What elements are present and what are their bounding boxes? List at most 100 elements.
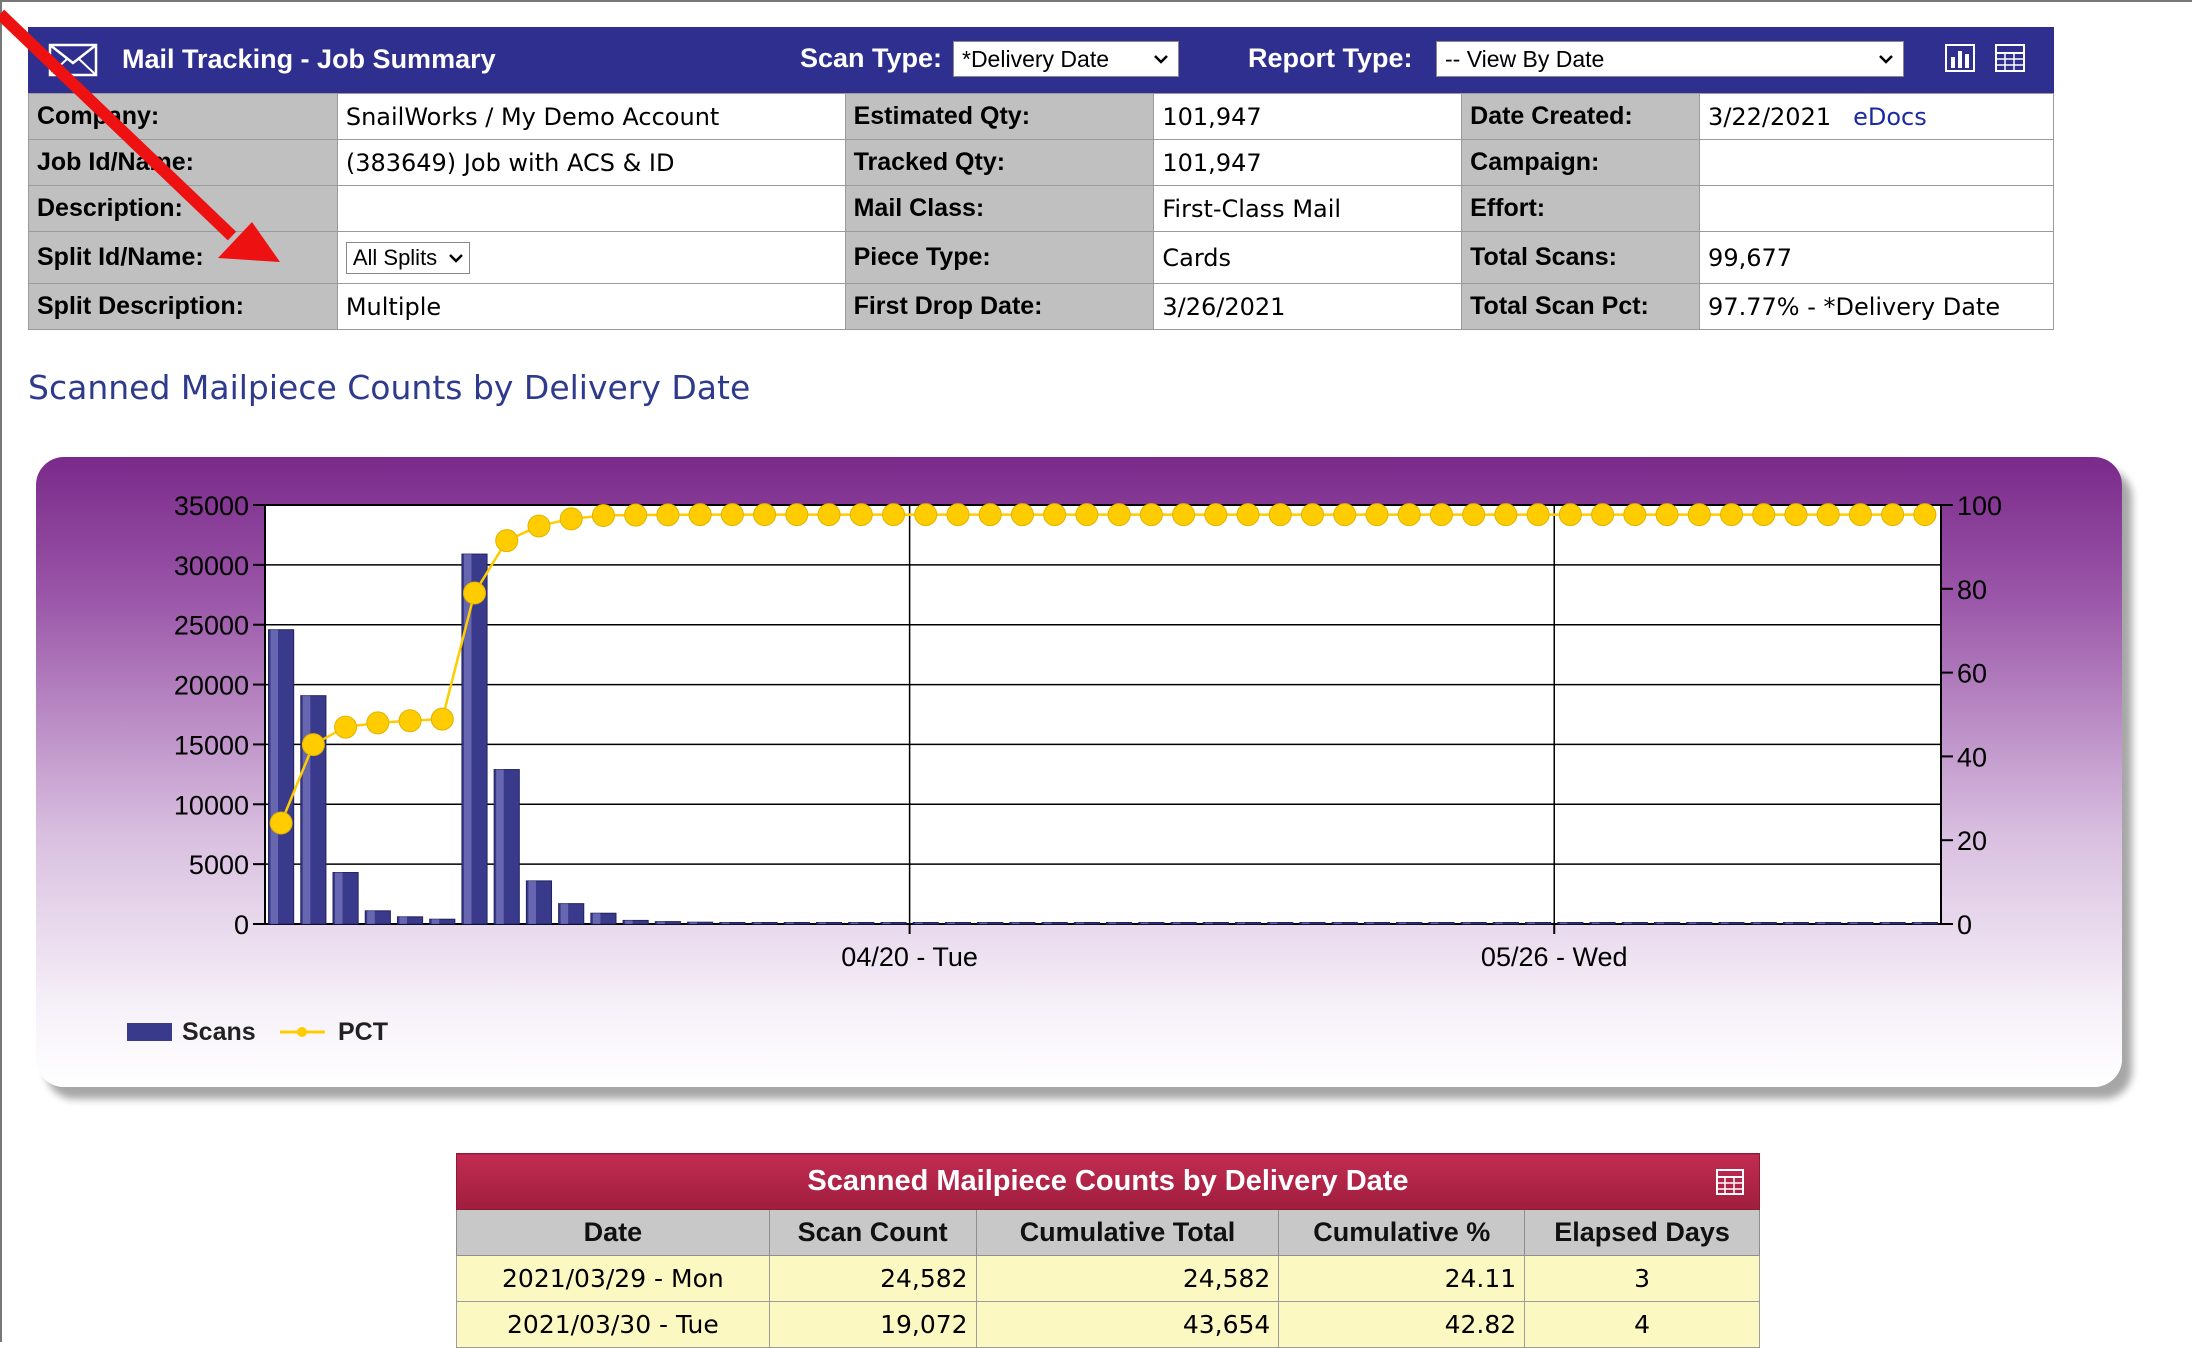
table-row: 2021/03/30 - Tue 19,072 43,654 42.82 4 bbox=[456, 1301, 1760, 1348]
scans-bar-highlight bbox=[915, 922, 923, 924]
y-right-tick-label: 40 bbox=[1957, 742, 1987, 772]
piece-type-label: Piece Type: bbox=[844, 231, 1155, 284]
scans-bar-highlight bbox=[947, 922, 955, 924]
scans-bar-highlight bbox=[1398, 922, 1407, 924]
effort-label: Effort: bbox=[1461, 185, 1701, 232]
column-header-cumulative-total[interactable]: Cumulative Total bbox=[975, 1209, 1280, 1256]
scans-bar-highlight bbox=[1076, 922, 1084, 924]
pct-point bbox=[1139, 503, 1163, 527]
pct-point bbox=[1268, 503, 1292, 527]
scans-bar-highlight bbox=[1140, 922, 1149, 924]
scans-bar-highlight bbox=[1624, 922, 1632, 924]
scans-bar-highlight bbox=[1817, 922, 1826, 924]
scans-bar-highlight bbox=[1205, 922, 1213, 924]
split-select[interactable]: All Splits bbox=[345, 241, 471, 274]
scans-bar-highlight bbox=[1527, 922, 1536, 924]
y-left-tick-label: 15000 bbox=[174, 730, 249, 760]
pct-point bbox=[1043, 503, 1067, 527]
y-left-tick-label: 30000 bbox=[174, 551, 249, 581]
cell-cumulative-pct: 42.82 bbox=[1278, 1301, 1526, 1348]
scans-bar-highlight bbox=[1463, 922, 1471, 924]
column-header-date[interactable]: Date bbox=[456, 1209, 770, 1256]
y-right-tick-label: 60 bbox=[1957, 659, 1987, 689]
scans-bar-highlight bbox=[882, 922, 891, 924]
scans-bar-highlight bbox=[1430, 922, 1439, 924]
scans-bar-highlight bbox=[689, 922, 698, 924]
pct-point bbox=[1397, 503, 1421, 527]
edocs-link[interactable]: eDocs bbox=[1853, 103, 1927, 131]
table-caption-row: Scanned Mailpiece Counts by Delivery Dat… bbox=[456, 1153, 1760, 1210]
cell-scan-count: 19,072 bbox=[768, 1301, 977, 1348]
cell-cumulative-total: 43,654 bbox=[975, 1301, 1280, 1348]
pct-point bbox=[1591, 503, 1615, 527]
scans-bar-highlight bbox=[1044, 922, 1052, 924]
pct-point bbox=[1429, 503, 1453, 527]
column-header-scan-count[interactable]: Scan Count bbox=[768, 1209, 977, 1256]
scans-bar-highlight bbox=[1688, 922, 1697, 924]
total-scan-pct-value: 97.77% - *Delivery Date bbox=[1699, 283, 2054, 330]
info-row: Split Description: Multiple First Drop D… bbox=[28, 283, 2054, 330]
y-right-tick-label: 20 bbox=[1957, 826, 1987, 856]
scans-bar-highlight bbox=[399, 916, 408, 924]
scans-bar-highlight bbox=[302, 695, 311, 924]
date-created-label: Date Created: bbox=[1461, 93, 1701, 140]
legend-scans-swatch bbox=[127, 1023, 172, 1041]
pct-point bbox=[1655, 503, 1679, 527]
pct-point bbox=[753, 503, 777, 527]
scans-bar-highlight bbox=[335, 872, 343, 924]
pct-point bbox=[656, 503, 680, 527]
total-scan-pct-label: Total Scan Pct: bbox=[1461, 283, 1701, 330]
info-row: Company: SnailWorks / My Demo Account Es… bbox=[28, 93, 2054, 140]
pct-point bbox=[1172, 503, 1196, 527]
pct-point bbox=[269, 811, 293, 835]
pct-point bbox=[688, 503, 712, 527]
pct-point bbox=[785, 503, 809, 527]
scans-bar-highlight bbox=[1173, 922, 1181, 924]
scan-type-select[interactable]: *Delivery Date bbox=[953, 41, 1179, 77]
tracked-qty-value: 101,947 bbox=[1153, 139, 1463, 186]
grid-view-icon[interactable] bbox=[1994, 43, 2026, 73]
scans-bar-highlight bbox=[657, 921, 665, 924]
scans-bar-highlight bbox=[496, 769, 504, 924]
scans-bar-highlight bbox=[850, 922, 859, 924]
scans-bar-highlight bbox=[1495, 922, 1503, 924]
split-description-label: Split Description: bbox=[28, 283, 338, 330]
pct-point bbox=[1494, 503, 1518, 527]
pct-point bbox=[1752, 503, 1776, 527]
cell-elapsed-days: 3 bbox=[1524, 1255, 1760, 1302]
company-value: SnailWorks / My Demo Account bbox=[336, 93, 846, 140]
y-right-tick-label: 80 bbox=[1957, 575, 1987, 605]
cell-date: 2021/03/30 - Tue bbox=[456, 1301, 770, 1348]
pct-point bbox=[1107, 503, 1131, 527]
chart-view-icon[interactable] bbox=[1944, 43, 1976, 73]
table-header-row: Date Scan Count Cumulative Total Cumulat… bbox=[456, 1209, 1760, 1256]
job-info-table: Company: SnailWorks / My Demo Account Es… bbox=[28, 93, 2054, 330]
report-type-select[interactable]: -- View By Date bbox=[1436, 41, 1904, 77]
grid-icon[interactable] bbox=[1715, 1168, 1745, 1196]
table-row: 2021/03/29 - Mon 24,582 24,582 24.11 3 bbox=[456, 1255, 1760, 1302]
date-created-value: 3/22/2021 bbox=[1708, 102, 1832, 131]
scans-bar-highlight bbox=[1301, 922, 1310, 924]
campaign-value bbox=[1699, 139, 2054, 186]
info-row: Description: Mail Class: First-Class Mai… bbox=[28, 185, 2054, 232]
scans-bar-highlight bbox=[560, 903, 569, 924]
legend-scans-label: Scans bbox=[182, 1018, 256, 1046]
scans-bar-highlight bbox=[818, 922, 827, 924]
tracked-qty-label: Tracked Qty: bbox=[844, 139, 1155, 186]
y-left-tick-label: 35000 bbox=[174, 491, 249, 521]
pct-point bbox=[398, 709, 422, 733]
column-header-elapsed-days[interactable]: Elapsed Days bbox=[1524, 1209, 1760, 1256]
total-scans-value: 99,677 bbox=[1699, 231, 2054, 284]
pct-point bbox=[527, 514, 551, 538]
cell-scan-count: 24,582 bbox=[768, 1255, 977, 1302]
pct-point bbox=[1558, 503, 1582, 527]
pct-point bbox=[1720, 503, 1743, 527]
legend-pct-marker bbox=[297, 1027, 307, 1037]
campaign-label: Campaign: bbox=[1461, 139, 1701, 186]
table-caption-text: Scanned Mailpiece Counts by Delivery Dat… bbox=[807, 1165, 1409, 1197]
scans-bar-highlight bbox=[754, 922, 762, 924]
pct-point bbox=[1623, 503, 1647, 527]
scans-bar-highlight bbox=[1366, 922, 1374, 924]
column-header-cumulative-pct[interactable]: Cumulative % bbox=[1278, 1209, 1526, 1256]
scans-bar-highlight bbox=[1559, 922, 1568, 924]
